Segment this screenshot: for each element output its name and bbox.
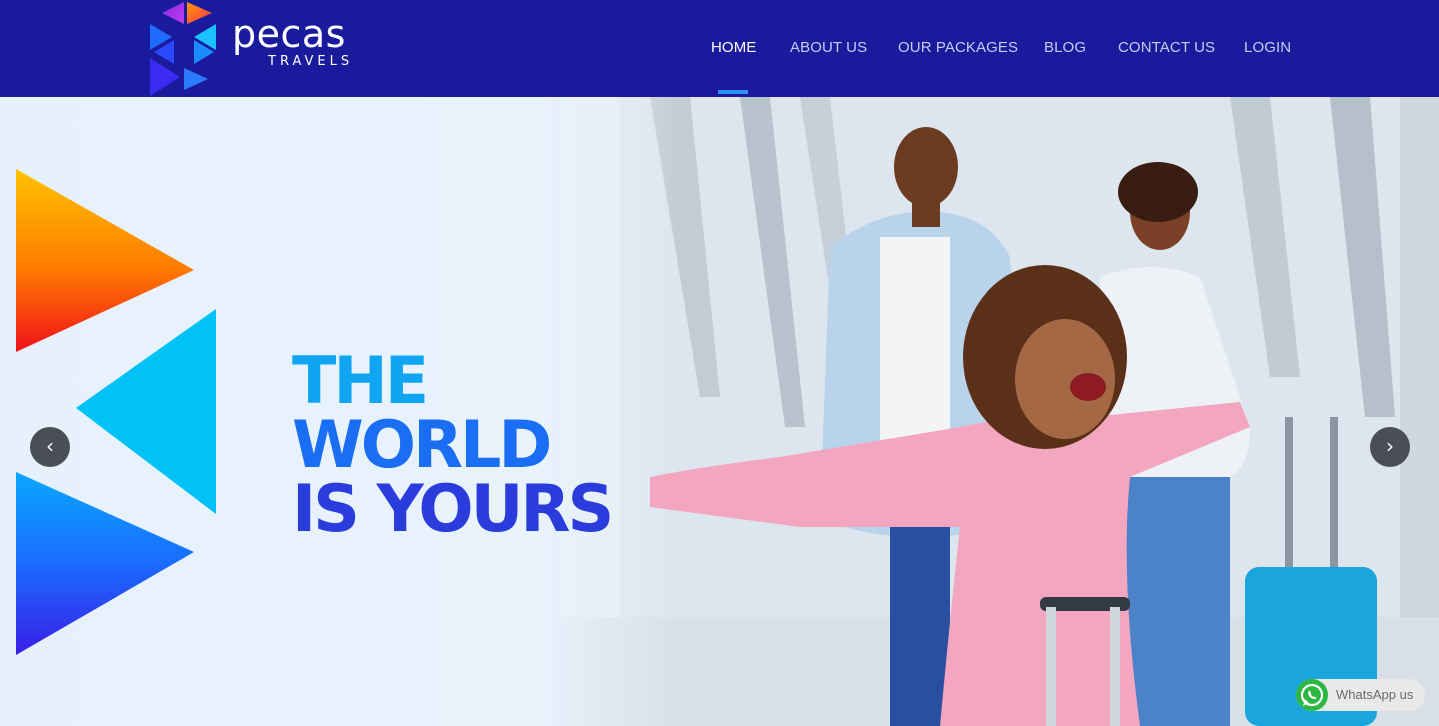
active-nav-indicator bbox=[718, 90, 748, 94]
whatsapp-icon bbox=[1296, 679, 1328, 711]
hero-slider: THE WORLD IS YOURS ‹ › WhatsApp us bbox=[0, 97, 1439, 726]
hero-headline-line-3: IS YOURS bbox=[292, 472, 614, 547]
chevron-right-icon: › bbox=[1386, 434, 1394, 458]
hero-headline-line-2: WORLD bbox=[292, 408, 552, 483]
site-header: pecas TRAVELS HOME ABOUT US OUR PACKAGES… bbox=[0, 0, 1439, 97]
carousel-prev-button[interactable]: ‹ bbox=[30, 427, 70, 467]
nav-contact-us[interactable]: CONTACT US bbox=[1118, 38, 1215, 58]
hero-headline-line-1: THE bbox=[292, 344, 429, 419]
carousel-next-button[interactable]: › bbox=[1370, 427, 1410, 467]
nav-login[interactable]: LOGIN bbox=[1244, 38, 1291, 58]
nav-home[interactable]: HOME bbox=[711, 38, 756, 58]
whatsapp-label: WhatsApp us bbox=[1336, 687, 1414, 702]
nav-blog[interactable]: BLOG bbox=[1044, 38, 1086, 58]
chevron-left-icon: ‹ bbox=[46, 434, 54, 458]
nav-our-packages[interactable]: OUR PACKAGES bbox=[898, 38, 1018, 58]
nav-about-us[interactable]: ABOUT US bbox=[790, 38, 867, 58]
whatsapp-button[interactable]: WhatsApp us bbox=[1296, 679, 1425, 711]
hero-headline: THE WORLD IS YOURS bbox=[292, 344, 692, 547]
main-nav: HOME ABOUT US OUR PACKAGES BLOG CONTACT … bbox=[0, 0, 1439, 97]
hero-image bbox=[16, 97, 1439, 726]
